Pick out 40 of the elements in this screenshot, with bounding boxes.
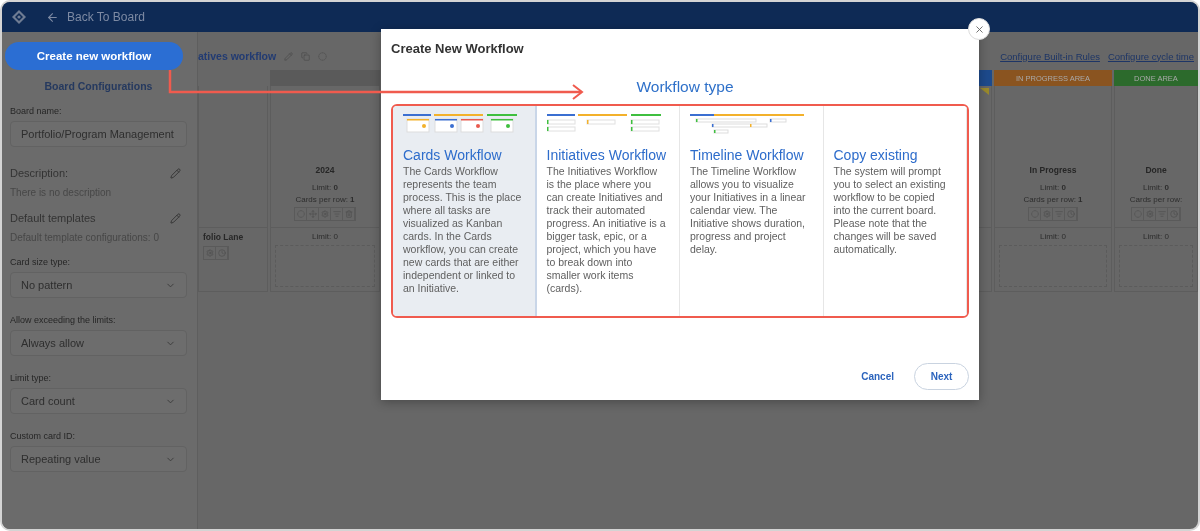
dropdown[interactable]: No pattern	[10, 272, 187, 298]
option-title: Timeline Workflow	[690, 146, 805, 165]
cancel-link[interactable]: Cancel	[861, 371, 894, 382]
option-title: Copy existing	[833, 146, 919, 165]
create-workflow-button[interactable]: Create new workflow	[5, 42, 183, 70]
configure-link[interactable]: Configure cycle time	[1107, 50, 1194, 62]
option-description: The Cards Workflow represents the team process. This is the place where all tasks are visualized as Kanban cards. In the Cards workflow, you can create new cards that are either independent or linked to an Initiative.	[403, 165, 523, 295]
dropdown[interactable]: Always allow	[10, 330, 187, 356]
column-title: Done	[1145, 165, 1167, 175]
board-name-field[interactable]: Portfolio/Program Management	[10, 121, 187, 147]
annotation-label: Workflow type	[636, 78, 734, 96]
back-link[interactable]: Back To Board	[46, 10, 145, 24]
field-label: Description:	[10, 167, 69, 179]
option-description: The Timeline Workflow allows you to visualize your Initiatives in a linear calendar view. The Initiative shows duration, progress and project delay.	[690, 165, 807, 256]
option-description: The Initiatives Workflow is the place where you can create Initiatives and track their automated progress. An initiative is a bigger task, epic, or a project, which you have to break down into smaller work items (cards).	[546, 165, 667, 295]
field-label: Board name:	[10, 106, 63, 116]
field-label: Custom card ID:	[10, 431, 77, 441]
dropdown[interactable]: Repeating value	[10, 446, 187, 472]
workflow-option[interactable]	[393, 106, 537, 316]
section-title: Board Configurations	[43, 80, 154, 92]
lane-label: folio Lane	[203, 232, 244, 242]
workflow-title: atives workflow	[198, 50, 277, 62]
field-label: Limit type:	[10, 373, 52, 383]
close-icon	[973, 23, 985, 35]
option-description: The system will prompt you to select an existing workflow to be copied into the current board. Please note that the changes will be saved automatically.	[833, 165, 947, 256]
field-label: Card size type:	[10, 257, 72, 267]
option-title: Cards Workflow	[403, 146, 503, 165]
dialog-title: Create New Workflow	[391, 41, 525, 56]
column-title: In Progress	[1029, 165, 1077, 175]
edit-icon[interactable]	[170, 167, 181, 179]
back-arrow-icon	[46, 10, 59, 24]
configure-link[interactable]: Configure Built-in Rules	[1000, 50, 1100, 62]
logo-icon[interactable]	[12, 10, 26, 24]
column-title: 2024	[315, 165, 335, 175]
option-title: Initiatives Workflow	[546, 146, 667, 165]
next-button[interactable]: Next	[914, 363, 969, 390]
field-label: Default templates	[10, 212, 96, 224]
dropdown[interactable]: Card count	[10, 388, 187, 414]
field-label: Allow exceeding the limits:	[10, 315, 117, 325]
edit-icon[interactable]	[170, 212, 181, 224]
